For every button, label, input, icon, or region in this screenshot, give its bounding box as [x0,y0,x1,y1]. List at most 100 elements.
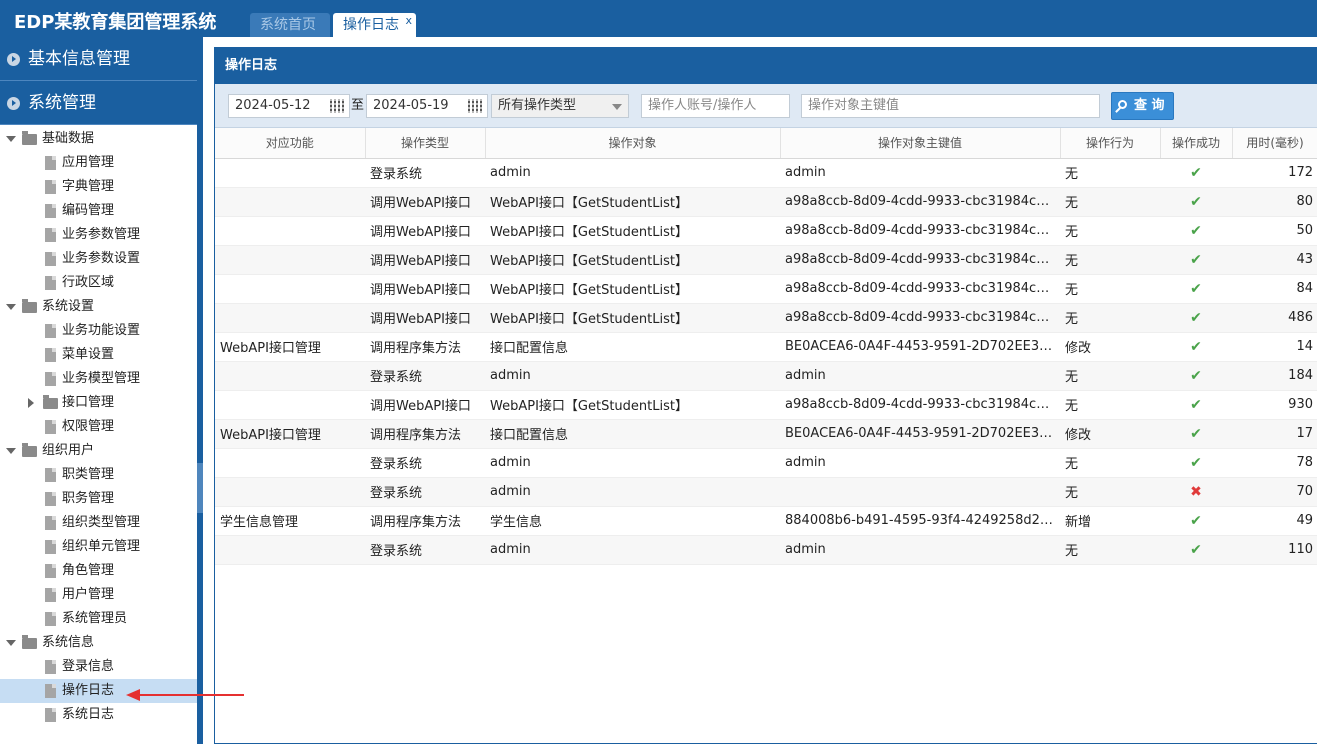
chevron-down-icon[interactable] [6,448,16,454]
cell-success: ✔ [1160,332,1232,362]
document-icon [45,324,56,338]
cell-action: 新增 [1060,506,1160,536]
sidebar-item-page[interactable]: 系统管理员 [0,607,197,631]
nav-tree: 基础数据 应用管理字典管理编码管理 业务参数管理 业务参数设置 行政区域系统设置业务功能… [0,125,197,727]
calendar-icon[interactable] [468,99,482,113]
sidebar-item-page[interactable]: 组织类型管理 [0,511,197,535]
tab-home[interactable]: 系统首页 [250,13,330,37]
sidebar-item-folder[interactable]: 系统信息 [0,631,197,655]
sidebar-item-label: 组织用户 [42,443,95,458]
column-header[interactable]: 用时(毫秒) [1232,128,1317,159]
section-basic-info[interactable]: 基本信息管理 [0,37,197,81]
tab-label: 系统首页 [260,17,316,33]
chevron-down-icon [612,104,622,110]
operator-placeholder: 操作人账号/操作人 [648,98,757,113]
sidebar-item-page[interactable]: 角色管理 [0,559,197,583]
section-system-management[interactable]: 系统管理 [0,81,197,125]
sidebar-item-page[interactable]: 行政区域 [0,271,197,295]
cell-op-object: WebAPI接口【GetStudentList】 [485,245,780,275]
sidebar: 基本信息管理 系统管理 基础数据 应用管理字典管理编码管理 业务参数管理 业务参数设置… [0,37,197,744]
sidebar-item-label: 业务功能设置 [62,323,141,338]
table-row[interactable]: 登录系统 admin 无 ✖ 70 [215,477,1317,507]
table-row[interactable]: 登录系统 admin admin 无 ✔ 78 [215,448,1317,478]
cell-op-object: WebAPI接口【GetStudentList】 [485,187,780,217]
table-row[interactable]: 登录系统 admin admin 无 ✔ 172 [215,158,1317,188]
close-icon[interactable]: x [405,9,412,33]
table-row[interactable]: 学生信息管理 调用程序集方法 学生信息 884008b6-b491-4595-93f4… [215,506,1317,536]
cell-duration-ms: 172 [1232,158,1317,188]
object-key-input[interactable]: 操作对象主键值 [801,94,1100,118]
chevron-down-icon[interactable] [6,136,16,142]
sidebar-item-page[interactable]: 组织单元管理 [0,535,197,559]
sidebar-item-label: 系统设置 [42,299,95,314]
top-bar: EDP某教育集团管理系统 系统首页 操作日志 x [0,0,1317,37]
cell-action: 修改 [1060,332,1160,362]
sidebar-item-page[interactable]: 业务功能设置 [0,319,197,343]
table-row[interactable]: WebAPI接口管理 调用程序集方法 接口配置信息 BE0ACEA6-0A4F-445… [215,332,1317,362]
sidebar-item-page[interactable]: 字典管理 [0,175,197,199]
date-to-field[interactable]: 2024-05-19 [366,94,488,118]
cell-object-key: admin [780,535,1060,565]
document-icon [45,252,56,266]
object-key-placeholder: 操作对象主键值 [808,98,900,113]
chevron-down-icon[interactable] [6,640,16,646]
sidebar-item-label: 菜单设置 [62,347,115,362]
chevron-down-icon[interactable] [6,304,16,310]
sidebar-item-folder[interactable]: 接口管理 [0,391,197,415]
sidebar-item-page[interactable]: 业务模型管理 [0,367,197,391]
column-header[interactable]: 操作类型 [365,128,486,159]
table-row[interactable]: 调用WebAPI接口 WebAPI接口【GetStudentList】 a98a8c… [215,216,1317,246]
column-header[interactable]: 操作成功 [1160,128,1233,159]
panel-title: 操作日志 [215,48,1317,84]
table-row[interactable]: 调用WebAPI接口 WebAPI接口【GetStudentList】 a98a8c… [215,390,1317,420]
table-row[interactable]: 调用WebAPI接口 WebAPI接口【GetStudentList】 a98a8c… [215,274,1317,304]
chevron-right-icon[interactable] [28,398,34,408]
sidebar-item-page[interactable]: 系统日志 [0,703,197,727]
sidebar-item-page[interactable]: 登录信息 [0,655,197,679]
sidebar-item-folder[interactable]: 系统设置 [0,295,197,319]
sidebar-item-page[interactable]: 职类管理 [0,463,197,487]
operation-type-select[interactable]: 所有操作类型 [491,94,629,118]
cell-object-key: a98a8ccb-8d09-4cdd-9933-cbc31984c9aa [780,245,1060,275]
cell-action: 修改 [1060,419,1160,449]
sidebar-item-page[interactable]: 应用管理 [0,151,197,175]
sidebar-item-page[interactable]: 业务参数管理 [0,223,197,247]
operator-input[interactable]: 操作人账号/操作人 [641,94,790,118]
sidebar-item-page[interactable]: 业务参数设置 [0,247,197,271]
calendar-icon[interactable] [330,99,344,113]
table-row[interactable]: 登录系统 admin admin 无 ✔ 110 [215,535,1317,565]
sidebar-item-folder[interactable]: 基础数据 [0,127,197,151]
cell-action: 无 [1060,245,1160,275]
log-panel: 操作日志 2024-05-12 至 2024-05-19 所有操作类型 操作人账… [214,47,1317,744]
table-row[interactable]: WebAPI接口管理 调用程序集方法 接口配置信息 BE0ACEA6-0A4F-445… [215,419,1317,449]
cell-object-key: 884008b6-b491-4595-93f4-4249258d2d67 [780,506,1060,536]
date-from-field[interactable]: 2024-05-12 [228,94,350,118]
column-header[interactable]: 操作对象 [485,128,781,159]
cell-op-object: 接口配置信息 [485,332,780,362]
table-row[interactable]: 调用WebAPI接口 WebAPI接口【GetStudentList】 a98a8c… [215,187,1317,217]
sidebar-item-page[interactable]: 权限管理 [0,415,197,439]
sidebar-item-page[interactable]: 职务管理 [0,487,197,511]
cell-object-key: BE0ACEA6-0A4F-4453-9591-2D702EE36C... [780,419,1060,449]
column-header[interactable]: 操作行为 [1060,128,1161,159]
cell-function [215,274,365,304]
cell-success: ✔ [1160,274,1232,304]
query-button[interactable]: 查 询 [1111,92,1174,120]
cell-action: 无 [1060,274,1160,304]
cell-op-type: 调用WebAPI接口 [365,187,485,217]
sidebar-item-label: 字典管理 [62,179,115,194]
table-row[interactable]: 调用WebAPI接口 WebAPI接口【GetStudentList】 a98a8c… [215,303,1317,333]
column-header[interactable]: 操作对象主键值 [780,128,1061,159]
table-row[interactable]: 登录系统 admin admin 无 ✔ 184 [215,361,1317,391]
table-row[interactable]: 调用WebAPI接口 WebAPI接口【GetStudentList】 a98a8c… [215,245,1317,275]
folder-icon [43,395,58,409]
sidebar-item-page[interactable]: 编码管理 [0,199,197,223]
tab-operation-log[interactable]: 操作日志 x [333,13,416,37]
cell-duration-ms: 110 [1232,535,1317,565]
sidebar-item-page[interactable]: 用户管理 [0,583,197,607]
sidebar-item-folder[interactable]: 组织用户 [0,439,197,463]
tab-label: 操作日志 [343,17,399,33]
column-header[interactable]: 对应功能 [215,128,366,159]
sidebar-item-page[interactable]: 菜单设置 [0,343,197,367]
cell-function [215,303,365,333]
